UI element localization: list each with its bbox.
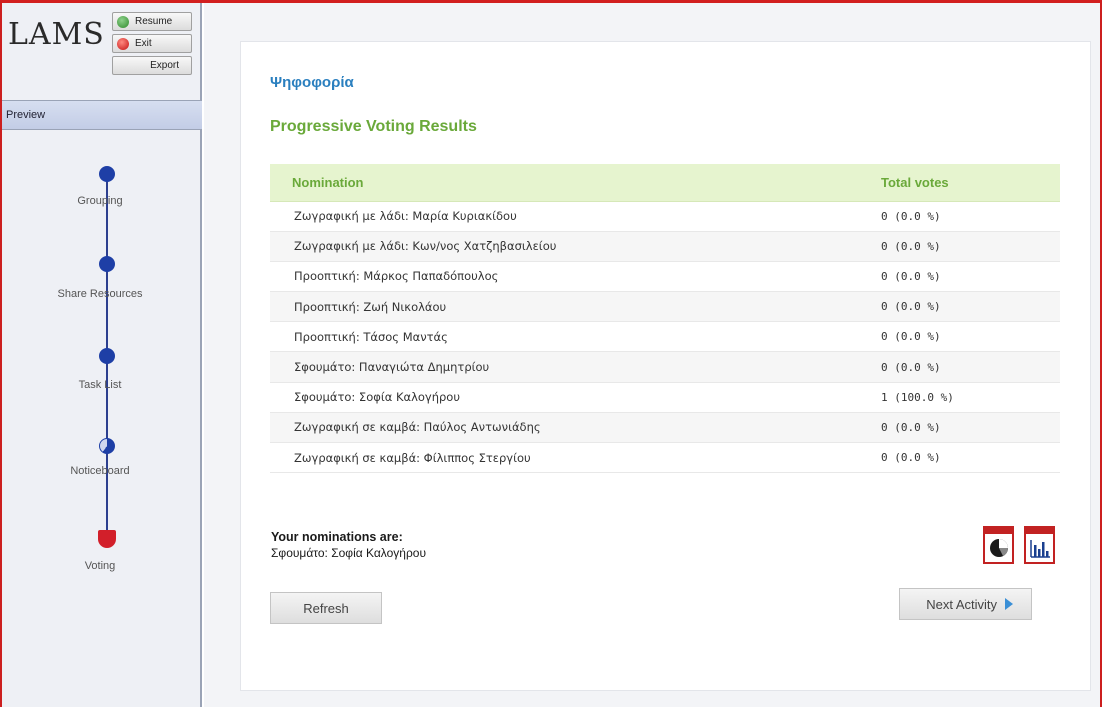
votes-column-header: Total votes bbox=[875, 164, 1060, 202]
step-grouping-label[interactable]: Grouping bbox=[2, 195, 198, 207]
step-voting-label[interactable]: Voting bbox=[2, 560, 198, 572]
nomination-cell: Ζωγραφική σε καμβά: Φίλιππος Στεργίου bbox=[270, 442, 875, 474]
nomination-cell: Ζωγραφική με λάδι: Κων/νος Χατζηβασιλείο… bbox=[270, 231, 875, 262]
exit-button[interactable]: Exit bbox=[112, 34, 192, 53]
nomination-cell: Σφουμάτο: Σοφία Καλογήρου bbox=[270, 382, 875, 413]
resume-icon bbox=[117, 15, 129, 28]
step-task-list-dot[interactable] bbox=[99, 348, 115, 364]
nomination-column-header: Nomination bbox=[270, 164, 875, 202]
bar-chart-icon[interactable] bbox=[1024, 526, 1055, 564]
step-noticeboard-dot[interactable] bbox=[99, 438, 115, 454]
table-row: Ζωγραφική σε καμβά: Παύλος Αντωνιάδης 0 (… bbox=[270, 412, 1060, 444]
votes-cell: 0 (0.0 %) bbox=[875, 201, 1060, 232]
nomination-cell: Σφουμάτο: Παναγιώτα Δημητρίου bbox=[270, 351, 875, 383]
exit-label: Exit bbox=[135, 38, 152, 49]
next-activity-button[interactable]: Next Activity bbox=[899, 588, 1032, 620]
results-title: Progressive Voting Results bbox=[270, 118, 477, 135]
table-row: Προοπτική: Τάσος Μαντάς 0 (0.0 %) bbox=[270, 321, 1060, 353]
activity-title: Ψηφοφορία bbox=[270, 74, 354, 91]
votes-cell: 0 (0.0 %) bbox=[875, 442, 1060, 474]
your-nominations-label: Your nominations are: bbox=[271, 530, 403, 544]
table-row: Σφουμάτο: Παναγιώτα Δημητρίου 0 (0.0 %) bbox=[270, 351, 1060, 383]
next-activity-label: Next Activity bbox=[926, 596, 997, 612]
step-task-list-label[interactable]: Task List bbox=[2, 379, 198, 391]
sidebar: LAMS Resume Exit Export Preview Grouping… bbox=[2, 3, 202, 707]
table-row: Προοπτική: Μάρκος Παπαδόπουλος 0 (0.0 %) bbox=[270, 261, 1060, 293]
resume-label: Resume bbox=[135, 16, 173, 27]
preview-label: Preview bbox=[6, 109, 46, 121]
step-noticeboard-label[interactable]: Noticeboard bbox=[2, 465, 198, 477]
votes-cell: 0 (0.0 %) bbox=[875, 351, 1060, 383]
table-row: Ζωγραφική με λάδι: Μαρία Κυριακίδου 0 (0.… bbox=[270, 201, 1060, 232]
refresh-button[interactable]: Refresh bbox=[270, 592, 382, 624]
votes-cell: 0 (0.0 %) bbox=[875, 291, 1060, 323]
nomination-cell: Προοπτική: Τάσος Μαντάς bbox=[270, 321, 875, 353]
votes-cell: 0 (0.0 %) bbox=[875, 231, 1060, 262]
lams-logo: LAMS bbox=[8, 17, 105, 52]
votes-cell: 0 (0.0 %) bbox=[875, 412, 1060, 444]
nomination-cell: Ζωγραφική με λάδι: Μαρία Κυριακίδου bbox=[270, 201, 875, 232]
step-share-resources-dot[interactable] bbox=[99, 256, 115, 272]
bar-chart-icon-cap bbox=[1026, 528, 1053, 534]
pie-chart-icon-cap bbox=[985, 528, 1012, 534]
step-voting-dot[interactable] bbox=[98, 530, 116, 548]
votes-cell: 0 (0.0 %) bbox=[875, 261, 1060, 293]
table-row: Ζωγραφική με λάδι: Κων/νος Χατζηβασιλείο… bbox=[270, 231, 1060, 262]
step-grouping-dot[interactable] bbox=[99, 166, 115, 182]
results-table: Nomination Total votes Ζωγραφική με λάδι… bbox=[270, 164, 1060, 474]
nomination-cell: Προοπτική: Ζωή Νικολάου bbox=[270, 291, 875, 323]
pie-chart-icon[interactable] bbox=[983, 526, 1014, 564]
votes-cell: 1 (100.0 %) bbox=[875, 382, 1060, 413]
table-header-row: Nomination Total votes bbox=[270, 164, 1060, 202]
table-row: Σφουμάτο: Σοφία Καλογήρου 1 (100.0 %) bbox=[270, 382, 1060, 413]
resume-button[interactable]: Resume bbox=[112, 12, 192, 31]
bar-chart-graphic bbox=[1029, 540, 1050, 558]
pie-chart-graphic bbox=[989, 539, 1008, 557]
votes-cell: 0 (0.0 %) bbox=[875, 321, 1060, 353]
table-row: Προοπτική: Ζωή Νικολάου 0 (0.0 %) bbox=[270, 291, 1060, 323]
arrow-right-icon bbox=[1005, 598, 1013, 610]
preview-bar: Preview bbox=[2, 100, 202, 130]
export-label: Export bbox=[150, 60, 179, 71]
export-button[interactable]: Export bbox=[112, 56, 192, 75]
table-row: Ζωγραφική σε καμβά: Φίλιππος Στεργίου 0 (… bbox=[270, 442, 1060, 474]
nomination-cell: Ζωγραφική σε καμβά: Παύλος Αντωνιάδης bbox=[270, 412, 875, 444]
your-nominations-value: Σφουμάτο: Σοφία Καλογήρου bbox=[271, 546, 427, 560]
nomination-cell: Προοπτική: Μάρκος Παπαδόπουλος bbox=[270, 261, 875, 293]
refresh-label: Refresh bbox=[303, 600, 349, 616]
exit-icon bbox=[117, 37, 129, 50]
step-share-resources-label[interactable]: Share Resources bbox=[2, 288, 198, 300]
